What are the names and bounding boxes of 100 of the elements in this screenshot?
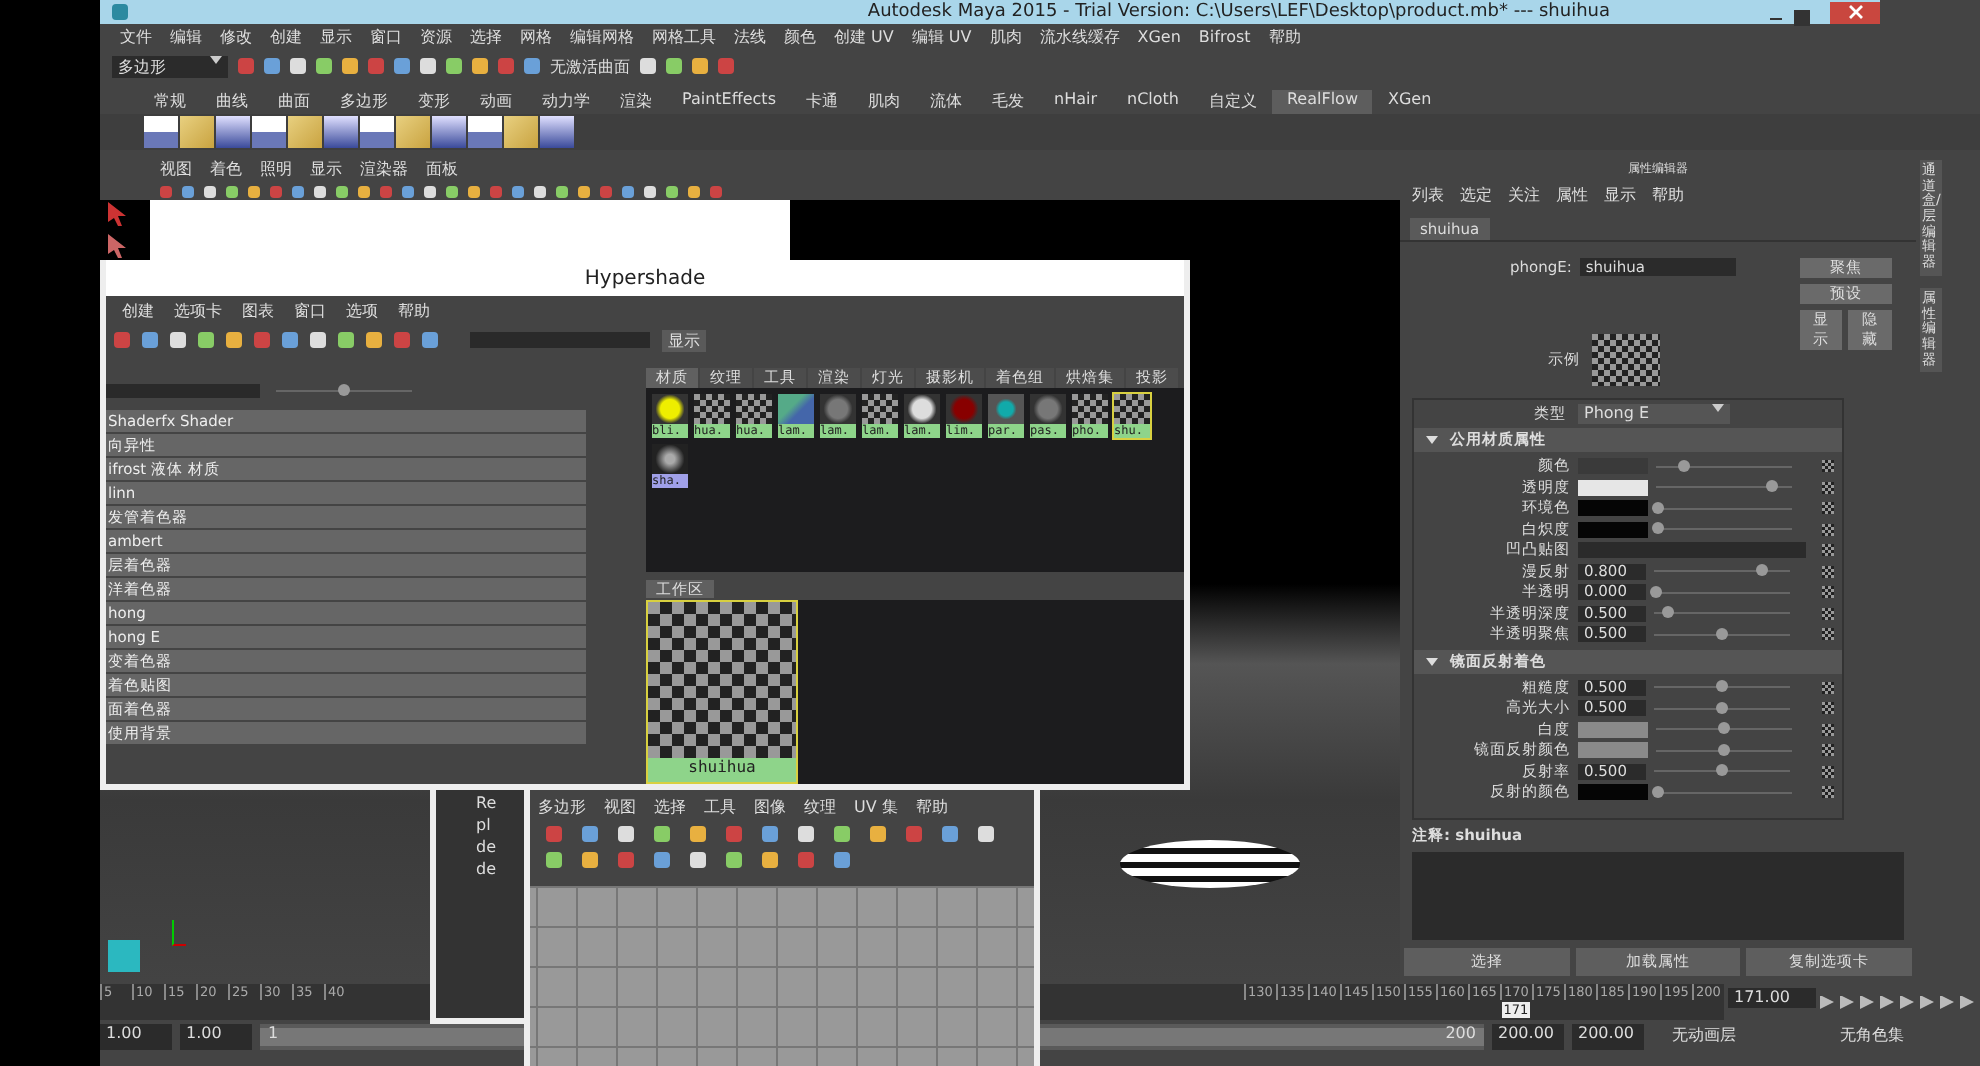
end-field[interactable]: 200.00 xyxy=(1572,1024,1644,1050)
menu-item[interactable]: 创建 UV xyxy=(834,26,894,48)
filter-field[interactable] xyxy=(106,384,260,398)
shelf-tab[interactable]: 自定义 xyxy=(1194,90,1271,114)
menu-item[interactable]: 多边形 xyxy=(538,796,586,816)
shelf-tab[interactable]: 肌肉 xyxy=(854,90,914,114)
select-arrow-icon[interactable] xyxy=(104,202,128,226)
shelf-tab[interactable]: 常规 xyxy=(140,90,200,114)
shelf-tab[interactable]: 曲线 xyxy=(202,90,262,114)
menu-item[interactable]: 网格工具 xyxy=(652,26,716,48)
shelf-icon[interactable] xyxy=(216,116,250,148)
shelf-tab[interactable]: XGen xyxy=(1374,90,1446,114)
material-node[interactable]: shuihua xyxy=(646,600,798,784)
menu-item[interactable]: 创建 xyxy=(270,26,302,48)
shelf-icon[interactable] xyxy=(252,116,286,148)
shelf-tab[interactable]: 渲染 xyxy=(606,90,666,114)
menu-item[interactable]: 选项 xyxy=(346,300,378,320)
menu-item[interactable]: 创建 xyxy=(122,300,154,320)
select-arrow-icon[interactable] xyxy=(104,234,128,258)
shelf-tab[interactable]: nCloth xyxy=(1113,90,1193,114)
menu-item[interactable]: UV 集 xyxy=(854,796,898,816)
menu-item[interactable]: 肌肉 xyxy=(989,26,1022,48)
menu-item[interactable]: 属性 xyxy=(1556,183,1588,205)
menu-item[interactable]: 编辑网格 xyxy=(570,26,634,48)
slider-thumb[interactable] xyxy=(1661,606,1674,619)
shelf-tab[interactable]: 卡通 xyxy=(792,90,852,114)
slider-thumb[interactable] xyxy=(1652,501,1665,514)
shelf-icon[interactable] xyxy=(540,116,574,148)
menu-item[interactable]: 帮助 xyxy=(1268,26,1301,48)
menu-item[interactable]: 编辑 UV xyxy=(911,26,972,48)
slider-thumb[interactable] xyxy=(1718,743,1730,756)
panel-menu-item[interactable]: 面板 xyxy=(426,158,458,180)
minimize-icon[interactable] xyxy=(1770,17,1782,19)
show-button[interactable]: 显示 xyxy=(662,329,706,351)
shelf-tab[interactable]: 曲面 xyxy=(264,90,324,114)
shelf-icon[interactable] xyxy=(432,116,466,148)
menu-item[interactable]: 工具 xyxy=(704,796,736,816)
shelf-tab[interactable]: 毛发 xyxy=(978,90,1038,114)
menu-item[interactable]: 编辑 xyxy=(170,26,202,48)
menu-item[interactable]: 纹理 xyxy=(804,796,836,816)
color-swatch[interactable] xyxy=(1578,784,1648,801)
outliner-item[interactable]: Re xyxy=(476,794,528,816)
tool-icon[interactable] xyxy=(870,826,886,842)
slider-thumb[interactable] xyxy=(1650,585,1663,598)
panel-menu-item[interactable]: 渲染器 xyxy=(360,158,408,180)
slider-thumb[interactable] xyxy=(1716,764,1728,777)
shelf-tab[interactable]: nHair xyxy=(1040,90,1111,114)
panel-menu-item[interactable]: 显示 xyxy=(310,158,342,180)
outliner-item[interactable]: de xyxy=(476,838,528,860)
shelf-tab[interactable]: 动画 xyxy=(466,90,526,114)
shelf-icon[interactable] xyxy=(144,116,178,148)
menu-item[interactable]: 窗口 xyxy=(294,300,326,320)
slider-thumb[interactable] xyxy=(1716,627,1728,640)
menu-item[interactable]: 网格 xyxy=(520,26,552,48)
menu-item[interactable]: 显示 xyxy=(320,26,352,48)
menu-item[interactable]: 图表 xyxy=(242,300,274,320)
shelf-tab[interactable]: PaintEffects xyxy=(668,90,790,114)
tool-icon[interactable] xyxy=(978,826,994,842)
menu-item[interactable]: 图像 xyxy=(754,796,786,816)
color-swatch[interactable] xyxy=(1578,521,1648,538)
shelf-icon[interactable] xyxy=(468,116,502,148)
character-set-dropdown[interactable]: 无角色集 xyxy=(1820,1024,1980,1050)
menu-item[interactable]: 选定 xyxy=(1460,183,1492,205)
start-field[interactable]: 1.00 xyxy=(180,1024,252,1050)
slider-thumb[interactable] xyxy=(1765,480,1778,493)
menu-item[interactable]: 窗口 xyxy=(370,26,402,48)
menu-item[interactable]: 资源 xyxy=(420,26,452,48)
panel-menu-item[interactable]: 着色 xyxy=(210,158,242,180)
slider-thumb[interactable] xyxy=(1716,680,1728,693)
shelf-tab[interactable]: 动力学 xyxy=(528,90,604,114)
search-field[interactable] xyxy=(470,332,650,348)
menu-item[interactable]: 颜色 xyxy=(784,26,816,48)
menu-item[interactable]: 法线 xyxy=(734,26,766,48)
color-swatch[interactable] xyxy=(1578,500,1648,517)
anim-layer-dropdown[interactable]: 无动画层 xyxy=(1652,1024,1812,1050)
start-field[interactable]: 1.00 xyxy=(100,1024,172,1050)
shelf-icon[interactable] xyxy=(360,116,394,148)
outliner-item[interactable]: de xyxy=(476,860,528,882)
slider-thumb[interactable] xyxy=(1716,701,1728,714)
end-field[interactable]: 200.00 xyxy=(1492,1024,1564,1050)
menu-item[interactable]: 文件 xyxy=(120,26,152,48)
current-frame-field[interactable]: 171.00 xyxy=(1728,988,1816,1008)
menu-item[interactable]: 选择 xyxy=(654,796,686,816)
slider-thumb[interactable] xyxy=(1756,564,1769,577)
color-swatch[interactable] xyxy=(1578,479,1648,496)
menu-item[interactable]: 选项卡 xyxy=(174,300,222,320)
menu-item[interactable]: 列表 xyxy=(1412,183,1444,205)
menu-item[interactable]: 视图 xyxy=(604,796,636,816)
panel-menu-item[interactable]: 视图 xyxy=(160,158,192,180)
color-swatch[interactable] xyxy=(1578,721,1648,738)
menu-item[interactable]: Bifrost xyxy=(1198,28,1251,46)
outliner-item[interactable]: pl xyxy=(476,816,528,838)
shelf-tab[interactable]: 流体 xyxy=(916,90,976,114)
menu-item[interactable]: 关注 xyxy=(1508,183,1540,205)
slider-thumb[interactable] xyxy=(1718,722,1730,735)
slider-thumb[interactable] xyxy=(1677,459,1690,472)
menu-item[interactable]: 修改 xyxy=(220,26,252,48)
menu-item[interactable]: 显示 xyxy=(1604,183,1636,205)
panel-menu-item[interactable]: 照明 xyxy=(260,158,292,180)
map-field[interactable] xyxy=(1578,542,1806,559)
